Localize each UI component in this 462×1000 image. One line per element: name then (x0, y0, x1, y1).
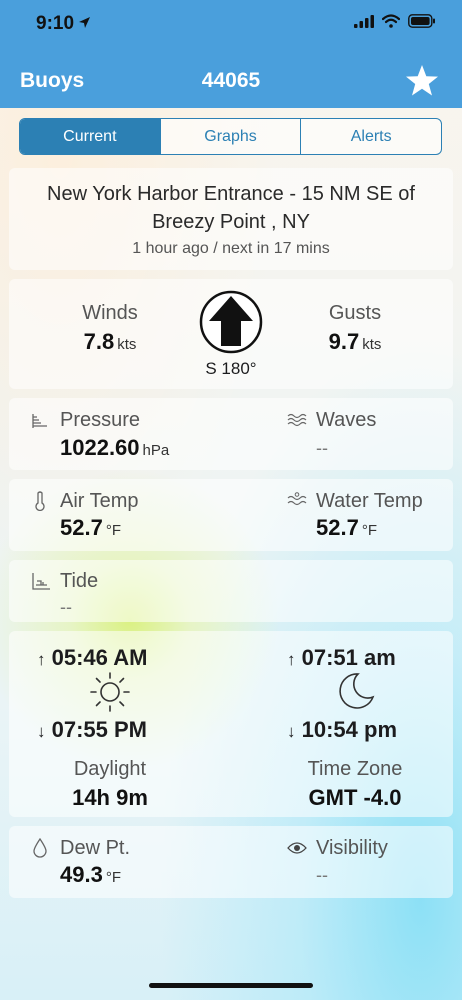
sun-icon (90, 672, 130, 712)
daylight-block: Daylight 14h 9m (40, 758, 180, 811)
visibility-value: -- (316, 865, 328, 885)
pressure-unit: hPa (142, 442, 170, 459)
tab-graphs[interactable]: Graphs (161, 119, 302, 154)
pressure-label: Pressure (60, 409, 141, 431)
station-name-line2: Breezy Point , NY (152, 211, 310, 233)
up-arrow-icon: ↑ (37, 650, 46, 669)
tab-current[interactable]: Current (20, 119, 161, 154)
moonrise-row: ↑ 07:51 am (287, 645, 396, 671)
water-temp-label: Water Temp (316, 490, 423, 512)
barometer-icon (32, 414, 47, 428)
moonset-row: ↓ 10:54 pm (287, 717, 397, 743)
daylight-value: 14h 9m (72, 785, 148, 810)
waves-value: -- (316, 438, 328, 458)
sunset-time: 07:55 PM (51, 717, 148, 742)
water-temp-icon (287, 492, 307, 506)
timezone-value: GMT -4.0 (308, 785, 402, 810)
page-title: 44065 (201, 69, 261, 92)
air-temp-value: 52.7 (60, 515, 103, 540)
dew-point-unit: °F (105, 869, 121, 886)
timezone-block: Time Zone GMT -4.0 (280, 758, 430, 811)
air-temp-label: Air Temp (60, 490, 139, 512)
tab-alerts[interactable]: Alerts (301, 119, 441, 154)
timezone-label: Time Zone (307, 758, 403, 780)
moonrise-time: 07:51 am (301, 645, 396, 670)
sunset-row: ↓ 07:55 PM (37, 717, 147, 743)
station-name: New York Harbor Entrance - 15 NM SE of B… (0, 180, 462, 236)
eye-icon (287, 842, 307, 854)
location-arrow-icon (79, 17, 90, 28)
visibility-label: Visibility (316, 837, 388, 859)
gusts-label: Gusts (328, 302, 382, 324)
air-temp-unit: °F (105, 522, 121, 539)
navigation-bar: 9:10 Buoys 44065 (0, 0, 462, 108)
dew-point-label: Dew Pt. (60, 837, 131, 859)
moonset-time: 10:54 pm (301, 717, 398, 742)
favorite-star-icon[interactable] (404, 63, 440, 99)
tide-value: -- (60, 597, 72, 617)
dew-point-value: 49.3 (60, 862, 103, 887)
gusts-unit: kts (362, 336, 382, 353)
sunrise-time: 05:46 AM (51, 645, 148, 670)
sunrise-row: ↑ 05:46 AM (37, 645, 147, 671)
gusts-block: Gusts 9.7 kts (285, 302, 425, 355)
status-time: 9:10 (36, 13, 75, 34)
winds-value: 7.8 (83, 329, 115, 354)
daylight-label: Daylight (73, 758, 147, 780)
pressure-value: 1022.60 (60, 435, 140, 460)
up-arrow-icon: ↑ (287, 650, 296, 669)
winds-unit: kts (117, 336, 137, 353)
winds-block: Winds 7.8 kts (40, 302, 180, 355)
status-indicators (354, 14, 436, 28)
tab-bar: Current Graphs Alerts (19, 118, 442, 155)
wind-direction: S 180° (205, 359, 257, 378)
wind-direction-arrow-icon (199, 290, 263, 354)
moon-icon (339, 673, 375, 709)
home-indicator[interactable] (149, 983, 313, 988)
down-arrow-icon: ↓ (287, 722, 296, 741)
tide-icon (32, 573, 50, 590)
tide-label: Tide (60, 570, 99, 592)
battery-icon (408, 14, 435, 28)
waves-label: Waves (316, 409, 377, 431)
station-name-line1: New York Harbor Entrance - 15 NM SE of (47, 183, 415, 205)
water-temp-unit: °F (361, 522, 377, 539)
wifi-icon (382, 14, 400, 28)
signal-icon (354, 14, 374, 28)
winds-label: Winds (82, 302, 138, 324)
thermometer-icon (35, 491, 45, 511)
droplet-icon (33, 838, 47, 858)
update-status: 1 hour ago / next in 17 mins (132, 240, 330, 257)
down-arrow-icon: ↓ (37, 722, 46, 741)
waves-icon (287, 413, 307, 427)
water-temp-value: 52.7 (316, 515, 359, 540)
gusts-value: 9.7 (328, 329, 360, 354)
